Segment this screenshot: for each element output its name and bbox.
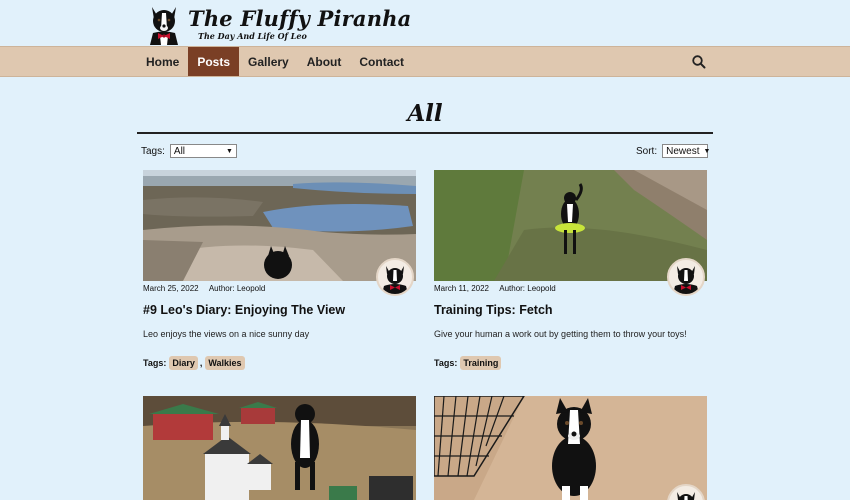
chevron-down-icon: ▼: [703, 147, 711, 155]
sort-filter-label: Sort:: [636, 145, 658, 157]
tags-select[interactable]: All ▼: [169, 144, 237, 158]
post-tags: Tags: Diary , Walkies: [143, 356, 245, 370]
author-avatar[interactable]: [667, 258, 705, 296]
tags-select-value: All: [173, 145, 186, 157]
post-tags: Tags: Training: [434, 356, 502, 370]
page-title: All: [407, 100, 443, 127]
site-logo[interactable]: The Fluffy Piranha The Day And Life Of L…: [146, 2, 412, 46]
tag-chip-training[interactable]: Training: [460, 356, 502, 370]
nav-item-home[interactable]: Home: [137, 47, 188, 76]
heading-divider: [137, 132, 713, 134]
sort-select[interactable]: Newest ▼: [662, 144, 711, 158]
tags-filter-label: Tags:: [141, 145, 165, 157]
site-title[interactable]: The Fluffy Piranha: [188, 7, 412, 31]
post-excerpt: Leo enjoys the views on a nice sunny day: [143, 329, 310, 339]
post-title[interactable]: Training Tips: Fetch: [434, 303, 553, 317]
tag-separator: ,: [199, 358, 203, 368]
chevron-down-icon: ▼: [225, 147, 233, 155]
tags-label: Tags:: [143, 358, 167, 368]
post-meta: March 25, 2022 Author: Leopold: [143, 284, 265, 293]
main-navigation: Home Posts Gallery About Contact: [0, 46, 850, 77]
post-date: March 25, 2022: [143, 284, 199, 293]
tags-filter: Tags: All ▼: [141, 144, 237, 158]
post-meta: March 11, 2022 Author: Leopold: [434, 284, 556, 293]
nav-item-posts[interactable]: Posts: [188, 47, 240, 76]
nav-item-about[interactable]: About: [298, 47, 351, 76]
post-author[interactable]: Author: Leopold: [209, 284, 266, 293]
post-title[interactable]: #9 Leo's Diary: Enjoying The View: [143, 303, 345, 317]
tags-label: Tags:: [434, 358, 458, 368]
nav-item-gallery[interactable]: Gallery: [239, 47, 298, 76]
dog-logo-icon: [146, 3, 182, 45]
search-icon[interactable]: [690, 53, 708, 71]
author-avatar[interactable]: [376, 258, 414, 296]
post-excerpt: Give your human a work out by getting th…: [434, 329, 687, 339]
site-tagline: The Day And Life Of Leo: [198, 31, 307, 41]
post-author[interactable]: Author: Leopold: [499, 284, 556, 293]
post-image-puppy-pen[interactable]: [434, 396, 707, 500]
tag-chip-diary[interactable]: Diary: [169, 356, 198, 370]
nav-item-contact[interactable]: Contact: [350, 47, 413, 76]
sort-filter: Sort: Newest ▼: [636, 144, 711, 158]
post-image-village[interactable]: [143, 396, 416, 500]
sort-select-value: Newest: [666, 145, 700, 157]
tag-chip-walkies[interactable]: Walkies: [205, 356, 245, 370]
post-image-lake-view[interactable]: [143, 170, 416, 281]
post-image-fetch[interactable]: [434, 170, 707, 281]
post-date: March 11, 2022: [434, 284, 489, 293]
